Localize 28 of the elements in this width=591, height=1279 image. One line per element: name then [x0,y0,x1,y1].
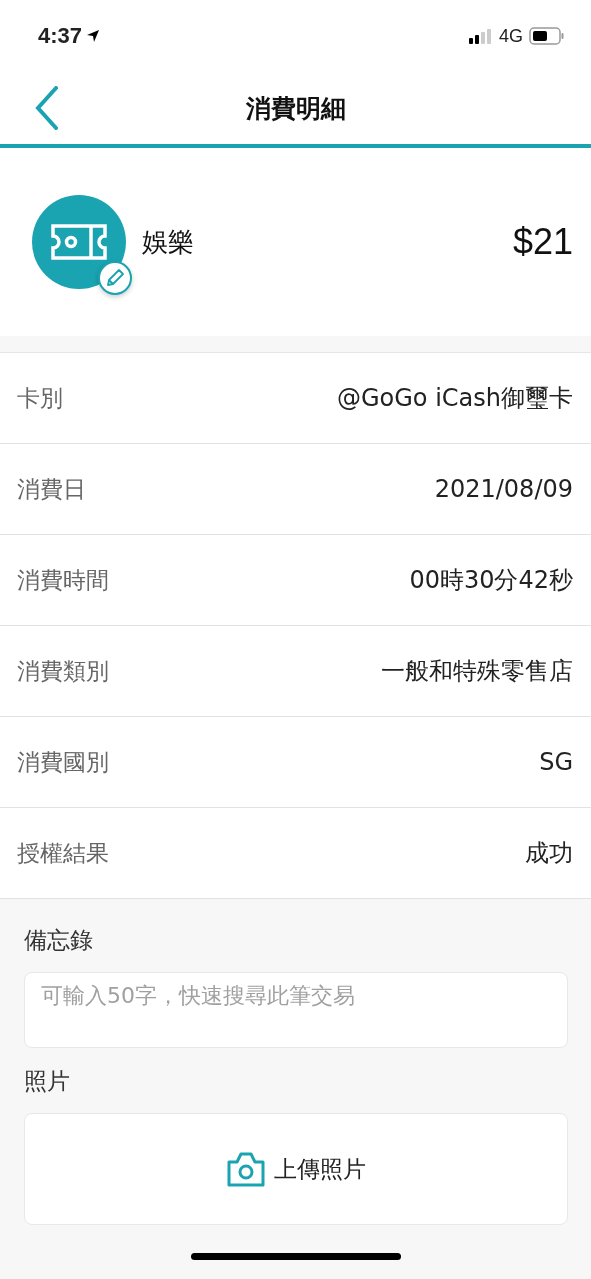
memo-label: 備忘錄 [24,926,93,955]
back-button[interactable] [34,86,60,130]
photo-label: 照片 [24,1067,70,1096]
signal-icon [469,28,493,44]
detail-value: 00時30分42秒 [409,565,573,596]
detail-value: 2021/08/09 [434,475,573,503]
detail-value: @GoGo iCash御璽卡 [336,383,573,414]
detail-value: 成功 [525,838,573,869]
detail-label: 消費類別 [17,656,109,686]
detail-label: 消費日 [17,474,86,504]
detail-value: 一般和特殊零售店 [381,656,573,687]
edit-pencil-icon[interactable] [98,261,132,295]
status-time: 4:37 [38,23,83,49]
amount: $21 [512,221,573,263]
page-title: 消費明細 [245,92,346,125]
category-name: 娛樂 [142,225,194,259]
upload-photo-button[interactable]: 上傳照片 [24,1113,568,1225]
detail-label: 消費時間 [17,565,109,595]
camera-icon [226,1150,266,1188]
ticket-icon [49,222,109,262]
network-label: 4G [499,25,523,47]
detail-label: 授權結果 [17,838,109,868]
detail-label: 卡別 [17,383,63,413]
battery-icon [529,27,565,45]
location-arrow-icon [86,29,101,43]
detail-value: SG [539,748,573,776]
detail-label: 消費國別 [17,747,109,777]
memo-field[interactable]: 可輸入50字，快速搜尋此筆交易 [24,972,568,1048]
